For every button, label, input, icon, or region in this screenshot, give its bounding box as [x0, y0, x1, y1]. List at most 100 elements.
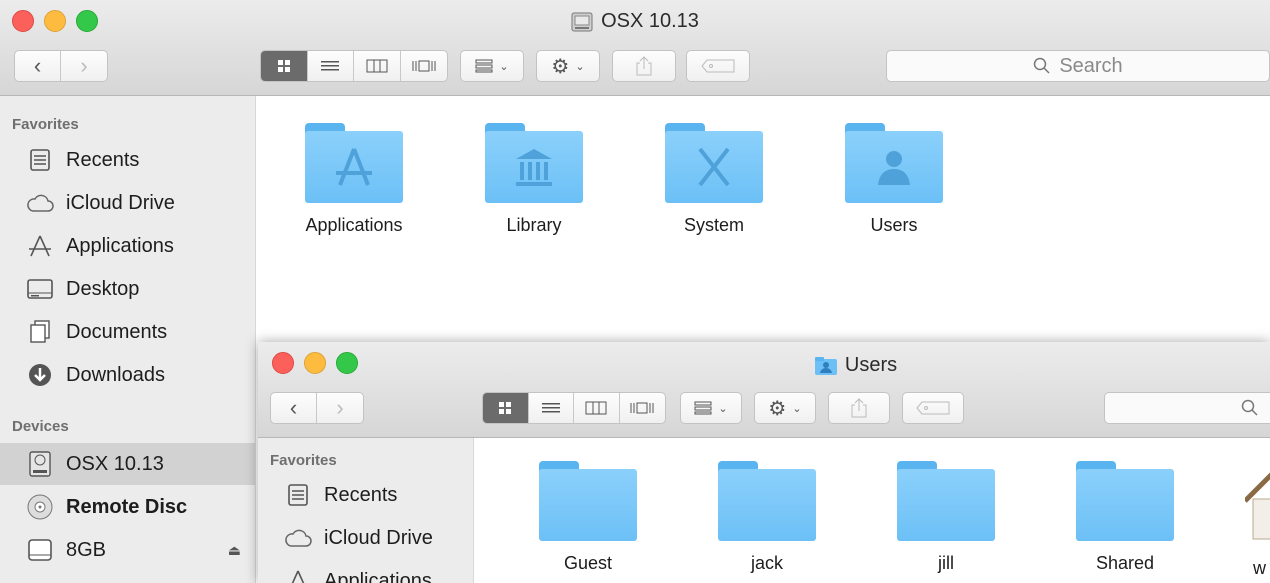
sidebar-item-label: 8GB	[66, 538, 107, 561]
file-grid: Guest jack jill Shared w	[475, 439, 1270, 583]
sidebar-item-label: OSX 10.13	[66, 452, 164, 475]
list-view-button[interactable]	[529, 393, 574, 423]
forward-button[interactable]: ›	[61, 51, 107, 81]
window-title: Users	[258, 354, 1270, 377]
share-icon	[636, 56, 652, 76]
list-view-icon	[321, 61, 340, 71]
column-view-icon	[366, 59, 388, 73]
file-item-partial[interactable]: w	[1219, 461, 1270, 579]
eject-icon[interactable]: ⏏	[228, 542, 241, 559]
search-icon	[1034, 57, 1050, 74]
gallery-view-icon	[412, 60, 436, 72]
icon-view-button[interactable]	[261, 51, 308, 81]
file-label: jack	[750, 553, 783, 573]
folder-icon	[718, 461, 816, 541]
sidebar-item-8gb[interactable]: 8GB ⏏	[0, 529, 255, 571]
search-field[interactable]: Search	[886, 50, 1270, 82]
finder-window-users: Users ‹ › ⌄ ⚙ ⌄ Favorites Recents iCloud…	[258, 342, 1270, 583]
system-folder-icon	[665, 123, 763, 203]
file-label: jill	[938, 553, 954, 573]
list-view-icon	[541, 403, 560, 413]
action-button[interactable]: ⚙ ⌄	[754, 392, 816, 424]
column-view-button[interactable]	[574, 393, 620, 423]
sidebar-item-label: Downloads	[66, 363, 165, 386]
file-label: Shared	[1095, 553, 1155, 573]
sidebar-item-desktop[interactable]: Desktop	[0, 268, 255, 310]
file-label: Users	[870, 215, 918, 235]
users-folder-icon	[814, 356, 837, 375]
file-label: Applications	[305, 215, 403, 235]
file-label: w	[1253, 558, 1266, 578]
chevron-down-icon: ⌄	[792, 402, 802, 415]
sidebar-item-label: iCloud Drive	[66, 191, 175, 214]
sidebar-item-icloud-drive[interactable]: iCloud Drive	[0, 182, 255, 224]
group-button[interactable]: ⌄	[680, 392, 742, 424]
favorites-heading: Favorites	[12, 116, 79, 133]
window-title-text: OSX 10.13	[601, 10, 699, 32]
hard-drive-icon	[571, 12, 593, 31]
search-icon	[1241, 399, 1258, 416]
gallery-view-button[interactable]	[620, 393, 665, 423]
search-field[interactable]	[1104, 392, 1270, 424]
share-button[interactable]	[612, 50, 676, 82]
sidebar-item-remote-disc[interactable]: Remote Disc	[0, 486, 255, 528]
hard-drive-icon	[26, 450, 54, 478]
devices-heading: Devices	[12, 418, 69, 435]
tag-icon	[701, 59, 735, 73]
action-button[interactable]: ⚙ ⌄	[536, 50, 600, 82]
sidebar-item-osx-drive[interactable]: OSX 10.13	[0, 443, 255, 485]
sidebar-item-label: Applications	[324, 569, 432, 583]
sidebar: Favorites Recents iCloud Drive Applicati…	[258, 438, 474, 583]
share-icon	[851, 398, 867, 418]
recents-icon	[26, 146, 54, 174]
sidebar-item-recents[interactable]: Recents	[0, 139, 255, 181]
tag-icon	[916, 401, 950, 415]
sidebar-item-applications[interactable]: Applications	[0, 225, 255, 267]
back-button[interactable]: ‹	[15, 51, 62, 81]
file-item-applications[interactable]: Applications	[269, 123, 439, 236]
sidebar-item-label: Recents	[324, 483, 398, 506]
back-forward-control[interactable]: ‹ ›	[270, 392, 364, 424]
gear-icon: ⚙	[551, 55, 570, 78]
file-label: System	[683, 215, 744, 235]
forward-button[interactable]: ›	[317, 393, 363, 423]
view-mode-control[interactable]	[482, 392, 666, 424]
gallery-view-icon	[630, 402, 654, 414]
file-item-guest[interactable]: Guest	[503, 461, 673, 574]
back-forward-control[interactable]: ‹ ›	[14, 50, 108, 82]
share-button[interactable]	[828, 392, 890, 424]
window-title: OSX 10.13	[0, 10, 1270, 33]
tag-button[interactable]	[902, 392, 964, 424]
applications-icon	[26, 232, 54, 260]
column-view-button[interactable]	[354, 51, 401, 81]
tag-button[interactable]	[686, 50, 750, 82]
desktop-icon	[26, 275, 54, 303]
icon-view-icon	[499, 402, 512, 414]
chevron-down-icon: ⌄	[718, 402, 728, 415]
file-item-system[interactable]: System	[629, 123, 799, 236]
sidebar-item-label: Desktop	[66, 277, 140, 300]
list-view-button[interactable]	[308, 51, 354, 81]
group-button[interactable]: ⌄	[460, 50, 524, 82]
usb-drive-icon	[26, 536, 54, 564]
file-item-users[interactable]: Users	[809, 123, 979, 236]
sidebar-item-downloads[interactable]: Downloads	[0, 354, 255, 396]
window-title-text: Users	[844, 354, 898, 376]
documents-icon	[26, 318, 54, 346]
sidebar-item-icloud-drive[interactable]: iCloud Drive	[258, 517, 473, 559]
file-item-shared[interactable]: Shared	[1040, 461, 1210, 574]
gear-icon: ⚙	[768, 397, 787, 420]
icon-view-icon	[277, 60, 290, 72]
file-item-jack[interactable]: jack	[682, 461, 852, 574]
view-mode-control[interactable]	[260, 50, 448, 82]
titlebar: Users ‹ › ⌄ ⚙ ⌄	[258, 342, 1270, 438]
gallery-view-button[interactable]	[401, 51, 447, 81]
file-item-library[interactable]: Library	[449, 123, 619, 236]
sidebar-item-applications[interactable]: Applications	[258, 560, 473, 583]
file-item-jill[interactable]: jill	[861, 461, 1031, 574]
icon-view-button[interactable]	[483, 393, 529, 423]
back-button[interactable]: ‹	[271, 393, 318, 423]
sidebar-item-recents[interactable]: Recents	[258, 474, 473, 516]
group-icon	[475, 59, 493, 73]
sidebar-item-documents[interactable]: Documents	[0, 311, 255, 353]
